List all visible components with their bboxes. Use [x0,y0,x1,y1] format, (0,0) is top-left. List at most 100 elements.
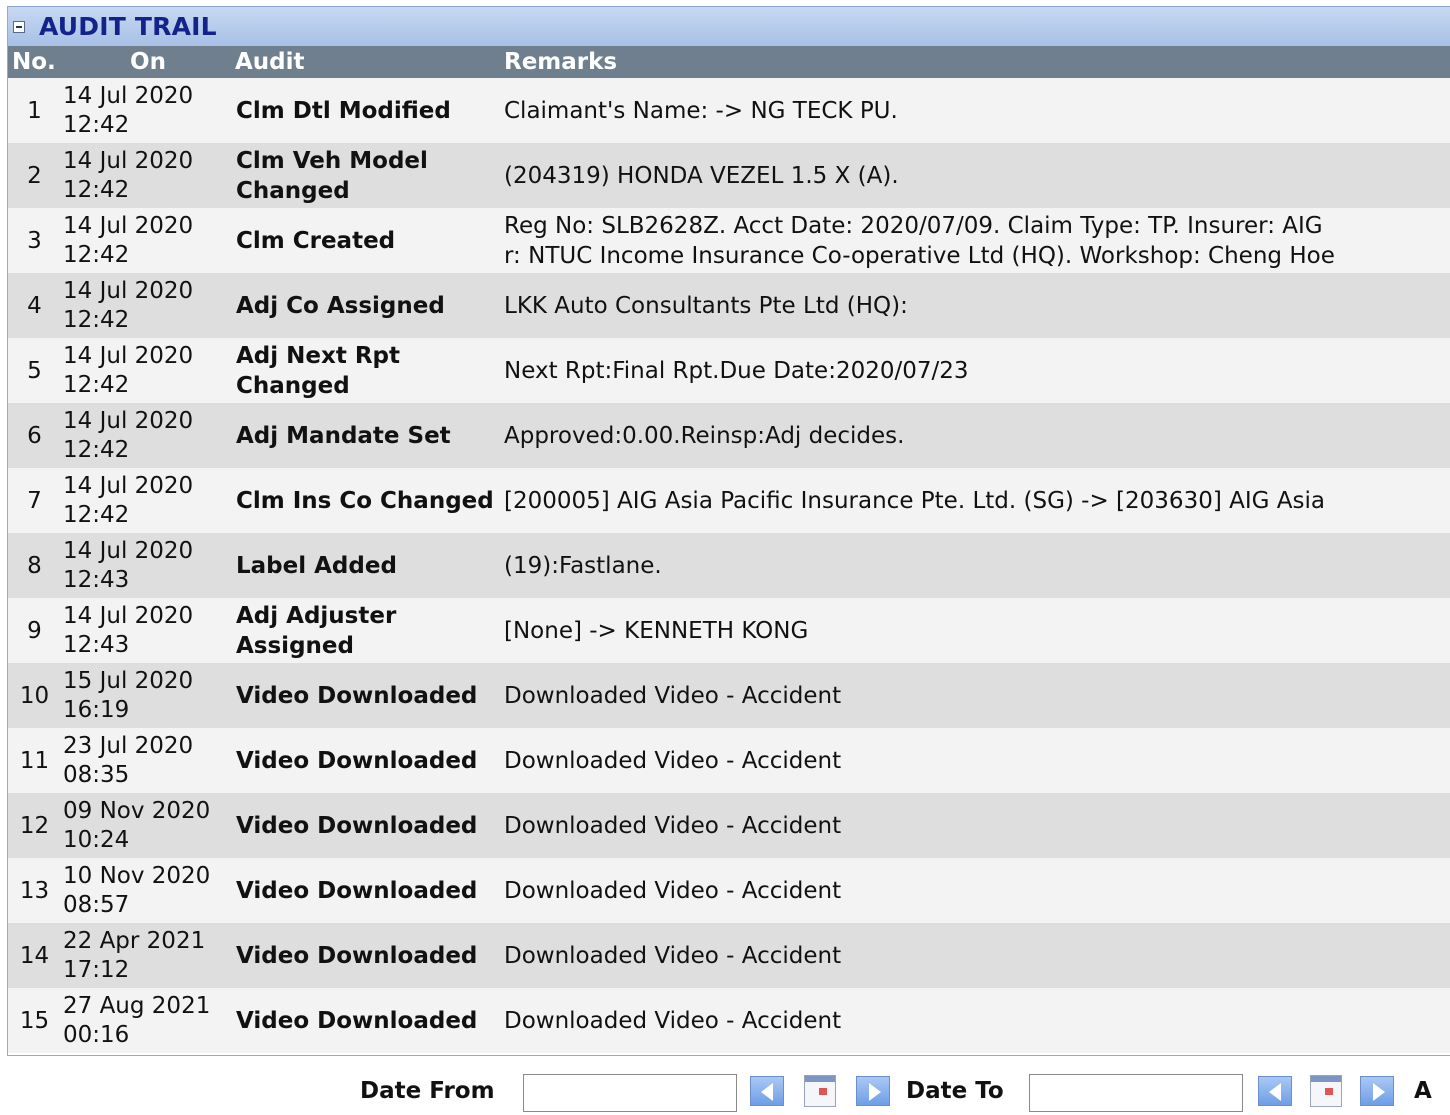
row-timestamp: 14 Jul 2020 12:42 [61,143,231,208]
row-remarks: Next Rpt:Final Rpt.Due Date:2020/07/23 [500,338,1450,403]
row-audit-type: Adj Adjuster Assigned [231,598,500,663]
row-time: 10:24 [63,826,130,853]
row-audit-type: Adj Next Rpt Changed [231,338,500,403]
row-timestamp: 23 Jul 2020 08:35 [61,728,231,793]
row-timestamp: 15 Jul 2020 16:19 [61,663,231,728]
table-row[interactable]: 15 27 Aug 2021 00:16 Video Downloaded Downlo… [8,988,1450,1053]
row-audit-type: Clm Dtl Modified [231,78,500,143]
row-date: 27 Aug 2021 [63,992,211,1019]
table-row[interactable]: 2 14 Jul 2020 12:42 Clm Veh Model Changed (2… [8,143,1450,208]
table-row[interactable]: 4 14 Jul 2020 12:42 Adj Co Assigned LKK Auto… [8,273,1450,338]
collapse-icon[interactable] [13,20,25,33]
row-remarks: Downloaded Video - Accident [500,988,1450,1053]
row-time: 12:42 [63,111,130,138]
date-from-input[interactable] [523,1074,737,1112]
row-date: 23 Jul 2020 [63,732,194,759]
row-time: 00:16 [63,1021,130,1048]
row-audit-type: Video Downloaded [231,663,500,728]
table-row[interactable]: 11 23 Jul 2020 08:35 Video Downloaded Downlo… [8,728,1450,793]
row-date: 10 Nov 2020 [63,862,211,889]
row-timestamp: 14 Jul 2020 12:42 [61,468,231,533]
column-header-on[interactable]: On [61,46,231,78]
table-row[interactable]: 9 14 Jul 2020 12:43 Adj Adjuster Assigned [N… [8,598,1450,663]
table-row[interactable]: 1 14 Jul 2020 12:42 Clm Dtl Modified Claiman… [8,78,1450,143]
row-date: 09 Nov 2020 [63,797,211,824]
row-remarks: [200005] AIG Asia Pacific Insurance Pte.… [500,468,1450,533]
row-audit-type: Label Added [231,533,500,598]
date-to-prev-button[interactable] [1258,1076,1292,1106]
row-time: 17:12 [63,956,130,983]
date-from-next-button[interactable] [856,1076,890,1106]
row-audit-type: Adj Mandate Set [231,403,500,468]
arrow-right-icon [869,1083,881,1101]
date-to-calendar-icon[interactable] [1310,1075,1342,1107]
row-number: 4 [8,273,61,338]
row-date: 14 Jul 2020 [63,342,194,369]
row-time: 08:35 [63,761,130,788]
date-to-input[interactable] [1029,1074,1243,1112]
row-remarks: Downloaded Video - Accident [500,663,1450,728]
row-time: 12:42 [63,241,130,268]
row-audit-type: Clm Ins Co Changed [231,468,500,533]
row-audit-type: Video Downloaded [231,923,500,988]
column-header-remarks[interactable]: Remarks [500,46,1450,78]
table-row[interactable]: 10 15 Jul 2020 16:19 Video Downloaded Downlo… [8,663,1450,728]
date-to-label: Date To [906,1078,1004,1104]
row-remarks: LKK Auto Consultants Pte Ltd (HQ): [500,273,1450,338]
row-number: 13 [8,858,61,923]
row-remarks: (204319) HONDA VEZEL 1.5 X (A). [500,143,1450,208]
table-row[interactable]: 7 14 Jul 2020 12:42 Clm Ins Co Changed [2000… [8,468,1450,533]
row-time: 12:43 [63,631,130,658]
row-time: 12:42 [63,306,130,333]
row-time: 12:42 [63,436,130,463]
row-number: 2 [8,143,61,208]
row-remarks: Reg No: SLB2628Z. Acct Date: 2020/07/09.… [500,208,1450,273]
row-timestamp: 10 Nov 2020 08:57 [61,858,231,923]
table-row[interactable]: 3 14 Jul 2020 12:42 Clm Created Reg No: SLB2… [8,208,1450,273]
row-time: 12:42 [63,371,130,398]
column-header-audit[interactable]: Audit [231,46,500,78]
row-remarks: Claimant's Name: -> NG TECK PU. [500,78,1450,143]
date-from-calendar-icon[interactable] [804,1075,836,1107]
table-row[interactable]: 6 14 Jul 2020 12:42 Adj Mandate Set Approved… [8,403,1450,468]
table-row[interactable]: 5 14 Jul 2020 12:42 Adj Next Rpt Changed Nex… [8,338,1450,403]
row-date: 14 Jul 2020 [63,602,194,629]
row-time: 12:43 [63,566,130,593]
row-audit-type: Clm Veh Model Changed [231,143,500,208]
row-date: 14 Jul 2020 [63,147,194,174]
row-number: 12 [8,793,61,858]
table-row[interactable]: 14 22 Apr 2021 17:12 Video Downloaded Downlo… [8,923,1450,988]
table-row[interactable]: 8 14 Jul 2020 12:43 Label Added (19):Fastlan… [8,533,1450,598]
section-header[interactable]: AUDIT TRAIL [8,6,1450,46]
row-remarks: Downloaded Video - Accident [500,793,1450,858]
row-number: 1 [8,78,61,143]
row-time: 12:42 [63,176,130,203]
row-number: 3 [8,208,61,273]
row-remarks: [None] -> KENNETH KONG [500,598,1450,663]
row-time: 08:57 [63,891,130,918]
column-header-no[interactable]: No. [8,46,61,78]
row-audit-type: Video Downloaded [231,858,500,923]
row-time: 12:42 [63,501,130,528]
row-date: 14 Jul 2020 [63,472,194,499]
row-date: 14 Jul 2020 [63,82,194,109]
table-header-row: No. On Audit Remarks [8,46,1450,78]
table-row[interactable]: 13 10 Nov 2020 08:57 Video Downloaded Downlo… [8,858,1450,923]
row-number: 6 [8,403,61,468]
row-timestamp: 14 Jul 2020 12:42 [61,338,231,403]
row-remarks: Downloaded Video - Accident [500,728,1450,793]
row-number: 15 [8,988,61,1053]
table-row[interactable]: 12 09 Nov 2020 10:24 Video Downloaded Downlo… [8,793,1450,858]
row-date: 14 Jul 2020 [63,212,194,239]
row-number: 8 [8,533,61,598]
date-from-prev-button[interactable] [750,1076,784,1106]
row-time: 16:19 [63,696,130,723]
row-timestamp: 14 Jul 2020 12:42 [61,78,231,143]
row-audit-type: Video Downloaded [231,793,500,858]
date-to-next-button[interactable] [1360,1076,1394,1106]
row-date: 22 Apr 2021 [63,927,206,954]
section-title: AUDIT TRAIL [39,12,217,41]
row-timestamp: 14 Jul 2020 12:42 [61,403,231,468]
row-remarks: Downloaded Video - Accident [500,923,1450,988]
row-audit-type: Video Downloaded [231,988,500,1053]
